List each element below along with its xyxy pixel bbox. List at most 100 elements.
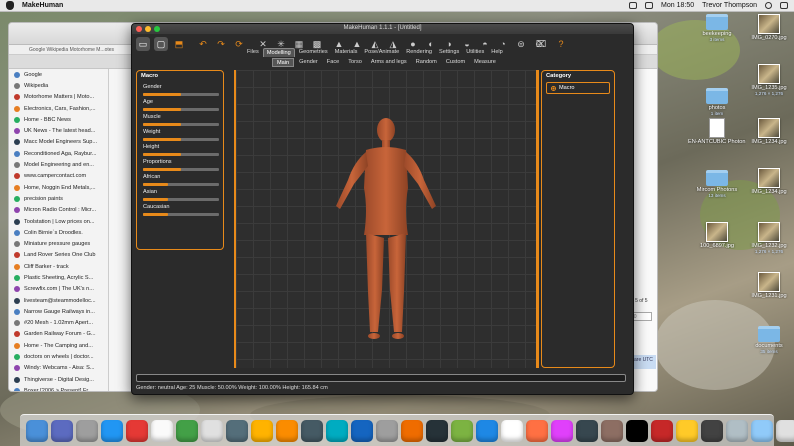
preview-icon[interactable] bbox=[601, 419, 623, 442]
bookmark-item[interactable]: Colin Birnie`s Droodles. bbox=[9, 227, 108, 238]
bookmark-item[interactable]: Screwfix.com | The UK's n... bbox=[9, 284, 108, 295]
desktop-icon[interactable]: IMG_1231.jpg bbox=[740, 272, 794, 299]
slider-proportions[interactable] bbox=[143, 168, 219, 171]
pages-icon[interactable] bbox=[526, 419, 548, 442]
redo-icon[interactable]: ↷ bbox=[214, 37, 228, 51]
bookmark-item[interactable]: Home, Noggin End Metals,... bbox=[9, 182, 108, 193]
bookmark-item[interactable]: Home - The Camping and... bbox=[9, 340, 108, 351]
wifi-icon[interactable] bbox=[645, 2, 654, 9]
safari-icon[interactable] bbox=[101, 419, 123, 442]
bookmark-item[interactable]: Micron Radio Control : Micr... bbox=[9, 205, 108, 216]
blender-icon[interactable] bbox=[401, 419, 423, 442]
smooth-icon[interactable]: ▢ bbox=[154, 37, 168, 51]
menu-app-name[interactable]: MakeHuman bbox=[22, 2, 63, 9]
help-icon[interactable]: ? bbox=[554, 37, 568, 51]
calendar-icon[interactable] bbox=[176, 419, 198, 442]
terminal-icon[interactable] bbox=[426, 419, 448, 442]
notes-icon[interactable] bbox=[201, 419, 223, 442]
tab-rendering[interactable]: Rendering bbox=[403, 48, 435, 57]
documents-icon[interactable] bbox=[751, 419, 773, 442]
tab-geometries[interactable]: Geometries bbox=[296, 48, 331, 57]
messages-icon[interactable] bbox=[301, 419, 323, 442]
bookmark-item[interactable]: Macc Model Engineers Sup... bbox=[9, 137, 108, 148]
downloads-icon[interactable] bbox=[726, 419, 748, 442]
itunes-icon[interactable] bbox=[501, 419, 523, 442]
tab-pose-animate[interactable]: Pose/Animate bbox=[361, 48, 402, 57]
subtab-gender[interactable]: Gender bbox=[295, 58, 322, 67]
slider-asian[interactable] bbox=[143, 198, 219, 201]
subtab-measure[interactable]: Measure bbox=[470, 58, 500, 67]
desktop-icon[interactable]: IMG_1234.jpg bbox=[740, 168, 794, 195]
desktop-icon[interactable]: IMG_1234.jpg bbox=[740, 118, 794, 145]
bookmark-item[interactable]: livesteam@steammodelloc... bbox=[9, 295, 108, 306]
subtab-custom[interactable]: Custom bbox=[442, 58, 469, 67]
notification-center-icon[interactable] bbox=[780, 2, 788, 9]
bookmark-item[interactable]: Motorhome Matters | Moto... bbox=[9, 92, 108, 103]
slider-african[interactable] bbox=[143, 183, 219, 186]
makehuman-icon[interactable] bbox=[451, 419, 473, 442]
bookmark-item[interactable]: Cliff Barker - track bbox=[9, 261, 108, 272]
slider-muscle[interactable] bbox=[143, 123, 219, 126]
slicer-icon[interactable] bbox=[651, 419, 673, 442]
undo-icon[interactable]: ↶ bbox=[196, 37, 210, 51]
bookmark-item[interactable]: Electronics, Cars, Fashion,... bbox=[9, 103, 108, 114]
tab-settings[interactable]: Settings bbox=[436, 48, 462, 57]
keynote-icon[interactable] bbox=[576, 419, 598, 442]
bookmark-item[interactable]: Narrow Gauge Railways in... bbox=[9, 306, 108, 317]
bookmark-item[interactable]: precision paints bbox=[9, 193, 108, 204]
subtab-random[interactable]: Random bbox=[412, 58, 441, 67]
tab-help[interactable]: Help bbox=[488, 48, 506, 57]
tab-files[interactable]: Files bbox=[244, 48, 262, 57]
bookmark-item[interactable]: Windy: Webcams - Aisa: S... bbox=[9, 363, 108, 374]
trash-icon[interactable] bbox=[776, 419, 794, 442]
cura-icon[interactable] bbox=[476, 419, 498, 442]
textedit-icon[interactable] bbox=[676, 419, 698, 442]
desktop-icon[interactable]: EN-ANTCUBIC Photon P...0.0.2.pdf bbox=[688, 118, 746, 145]
maps-icon[interactable] bbox=[251, 419, 273, 442]
numbers-icon[interactable] bbox=[551, 419, 573, 442]
human-model[interactable] bbox=[236, 70, 536, 368]
bookmark-item[interactable]: Plastic Sheeting, Acrylic S... bbox=[9, 272, 108, 283]
launchpad-icon[interactable] bbox=[76, 419, 98, 442]
desktop-icon[interactable]: documents 35 items bbox=[740, 326, 794, 354]
menu-clock[interactable]: Mon 18:50 bbox=[661, 2, 694, 9]
desktop-icon[interactable]: 100_6897.jpg bbox=[688, 222, 746, 249]
symmetry-icon[interactable]: ⊜ bbox=[514, 37, 528, 51]
save-icon[interactable]: ⬒ bbox=[172, 37, 186, 51]
desktop-icon[interactable]: IMG_1232.jpg 1,276 × 1,276 bbox=[740, 222, 794, 254]
subtab-torso[interactable]: Torso bbox=[344, 58, 366, 67]
bookmark-item[interactable]: Land Rover Series One Club bbox=[9, 250, 108, 261]
desktop-icon[interactable]: photos 1 item bbox=[688, 88, 746, 116]
slider-caucasian[interactable] bbox=[143, 213, 219, 216]
reminders-icon[interactable] bbox=[226, 419, 248, 442]
tab-modelling[interactable]: Modelling bbox=[262, 48, 295, 57]
bookmark-item[interactable]: Miniature pressure gauges bbox=[9, 238, 108, 249]
3d-viewport[interactable] bbox=[236, 70, 536, 368]
category-macro-radio[interactable]: Macro bbox=[546, 82, 610, 94]
bookmark-item[interactable]: Boxer [2006 > Present] Fr... bbox=[9, 385, 108, 391]
subtab-arms-and-legs[interactable]: Arms and legs bbox=[367, 58, 411, 67]
bookmark-item[interactable]: www.campercontact.com bbox=[9, 171, 108, 182]
battery-icon[interactable] bbox=[629, 2, 638, 9]
contacts-icon[interactable] bbox=[151, 419, 173, 442]
subtab-main[interactable]: Main bbox=[272, 58, 295, 67]
wireframe-icon[interactable]: ▭ bbox=[136, 37, 150, 51]
finder-icon[interactable] bbox=[26, 419, 48, 442]
bookmark-item[interactable]: Model Engineering and en... bbox=[9, 159, 108, 170]
system-preferences-icon[interactable] bbox=[376, 419, 398, 442]
bookmark-item[interactable]: Toolstation | Low prices on... bbox=[9, 216, 108, 227]
photos-icon[interactable] bbox=[276, 419, 298, 442]
slider-age[interactable] bbox=[143, 108, 219, 111]
menu-user[interactable]: Trevor Thompson bbox=[702, 2, 757, 9]
utility-icon[interactable] bbox=[701, 419, 723, 442]
slider-height[interactable] bbox=[143, 153, 219, 156]
bookmark-item[interactable]: Google bbox=[9, 69, 108, 80]
siri-icon[interactable] bbox=[51, 419, 73, 442]
desktop-icon[interactable]: beekeeping 3 items bbox=[688, 14, 746, 42]
desktop-icon[interactable]: Mircom Photons 13 items bbox=[688, 170, 746, 198]
bookmark-item[interactable]: Wikipedia bbox=[9, 80, 108, 91]
bookmark-item[interactable]: Garden Railway Forum - G... bbox=[9, 329, 108, 340]
tab-materials[interactable]: Materials bbox=[332, 48, 361, 57]
facetime-icon[interactable] bbox=[326, 419, 348, 442]
screenshot-icon[interactable]: ⌧ bbox=[534, 37, 548, 51]
